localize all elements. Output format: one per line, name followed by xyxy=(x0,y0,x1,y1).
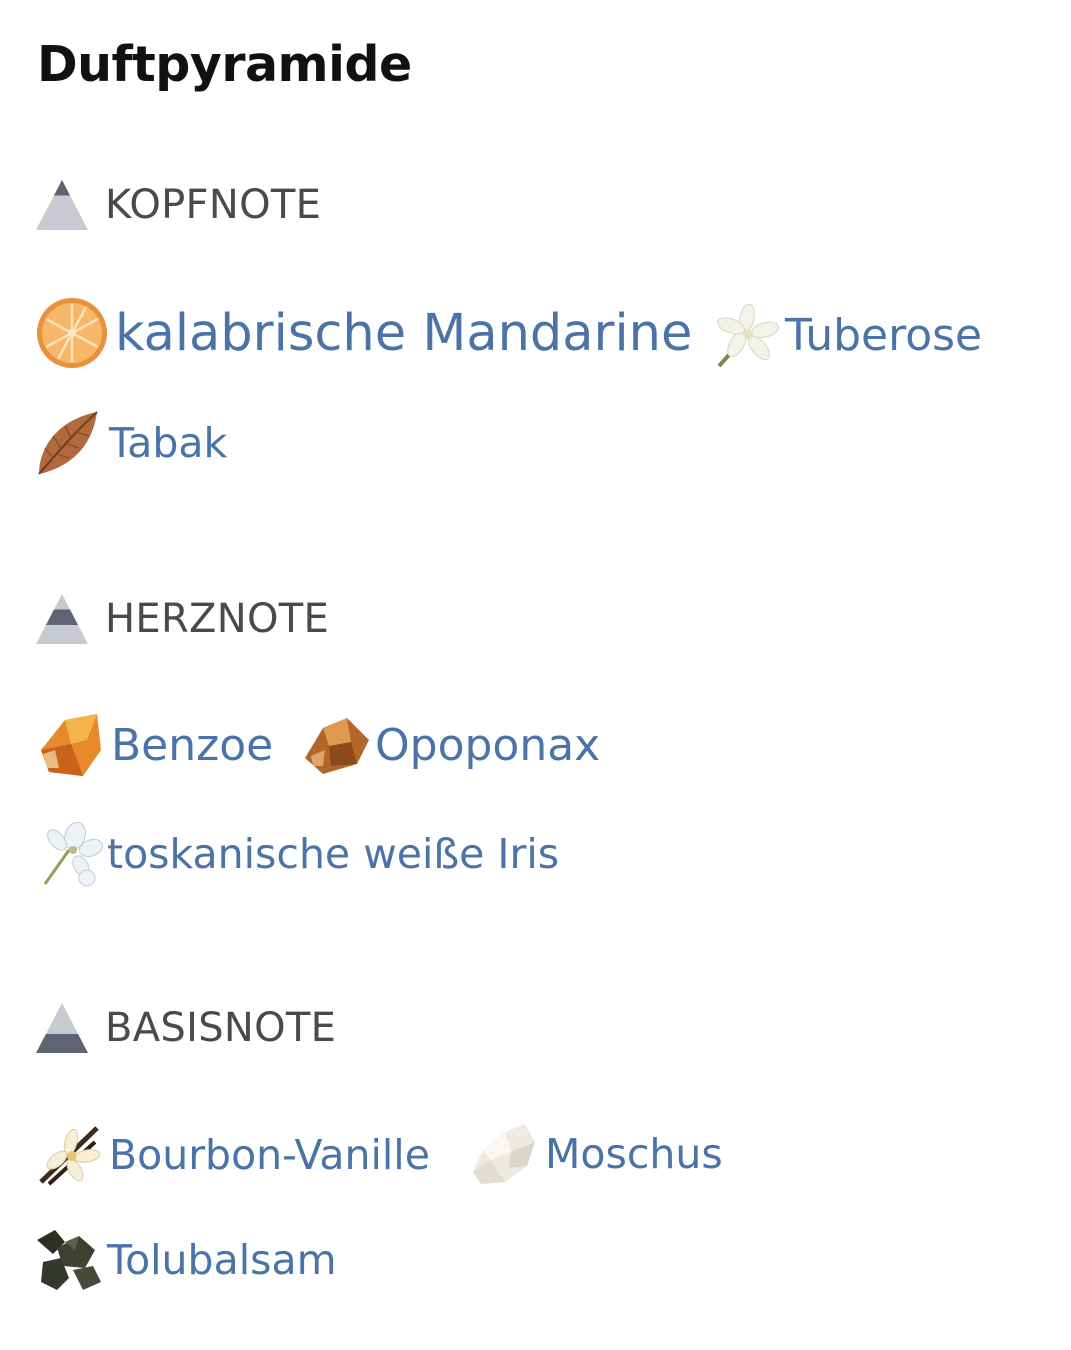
note-label[interactable]: Tuberose xyxy=(785,310,982,361)
note-tolubalsam[interactable]: Tolubalsam xyxy=(35,1228,337,1292)
note-label[interactable]: Benzoe xyxy=(111,720,273,771)
tolu-balsam-icon xyxy=(37,1230,101,1290)
tuberose-flower-icon xyxy=(717,303,779,368)
note-label[interactable]: toskanische weiße Iris xyxy=(107,830,559,878)
note-moschus[interactable]: Moschus xyxy=(469,1120,723,1188)
vanilla-flower-icon xyxy=(39,1126,101,1186)
note-bourbon-vanille[interactable]: Bourbon-Vanille xyxy=(35,1122,430,1188)
section-label-top: KOPFNOTE xyxy=(105,182,322,228)
iris-flower-icon xyxy=(43,821,103,887)
pyramid-base-icon xyxy=(36,1003,88,1053)
note-label[interactable]: kalabrische Mandarine xyxy=(115,304,692,363)
section-label-middle: HERZNOTE xyxy=(105,596,330,642)
benzoin-resin-icon xyxy=(41,714,101,776)
pyramid-top-icon xyxy=(36,180,88,230)
section-header-top-notes: KOPFNOTE xyxy=(35,178,321,232)
note-label[interactable]: Tabak xyxy=(109,419,227,467)
note-tabak[interactable]: Tabak xyxy=(35,408,227,478)
section-label-base: BASISNOTE xyxy=(105,1005,337,1051)
note-toskanische-weisse-iris[interactable]: toskanische weiße Iris xyxy=(35,820,559,888)
section-header-base-notes: BASISNOTE xyxy=(35,1001,336,1055)
note-label[interactable]: Opoponax xyxy=(375,720,600,771)
note-kalabrische-mandarine[interactable]: kalabrische Mandarine xyxy=(35,295,692,371)
mandarin-slice-icon xyxy=(37,298,107,368)
section-header-middle-notes: HERZNOTE xyxy=(35,592,329,646)
page-title: Duftpyramide xyxy=(37,36,412,93)
note-tuberose[interactable]: Tuberose xyxy=(713,302,982,368)
note-opoponax[interactable]: Opoponax xyxy=(301,712,600,778)
note-label[interactable]: Bourbon-Vanille xyxy=(109,1131,430,1179)
opoponax-resin-icon xyxy=(305,718,369,774)
note-label[interactable]: Moschus xyxy=(545,1130,723,1178)
note-benzoe[interactable]: Benzoe xyxy=(35,710,273,780)
note-label[interactable]: Tolubalsam xyxy=(107,1236,337,1284)
pyramid-middle-icon xyxy=(36,594,88,644)
tobacco-leaf-icon xyxy=(38,411,98,475)
musk-crystal-icon xyxy=(473,1124,535,1184)
